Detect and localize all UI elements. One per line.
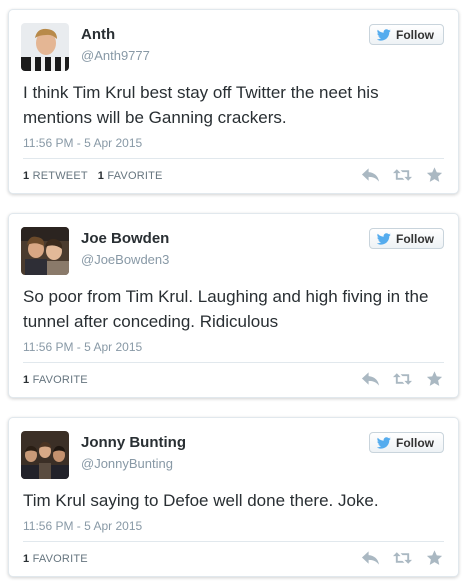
- tweet-stats: 1 RETWEET 1 FAVORITE: [23, 170, 163, 182]
- reply-icon[interactable]: [361, 371, 380, 387]
- divider: [23, 158, 444, 159]
- follow-label: Follow: [396, 435, 434, 450]
- tweet-text: Tim Krul saying to Defoe well done there…: [23, 491, 379, 510]
- tweet-card: Joe Bowden @JoeBowden3 Follow So poor fr…: [8, 213, 459, 398]
- tweet-timestamp[interactable]: 11:56 PM - 5 Apr 2015: [23, 519, 142, 533]
- tweet-actions: [361, 167, 444, 183]
- user-handle[interactable]: @JonnyBunting: [81, 456, 173, 471]
- display-name[interactable]: Anth: [81, 26, 115, 43]
- favorite-count-stat[interactable]: 1 FAVORITE: [23, 374, 88, 386]
- tweet-card: Anth @Anth9777 Follow I think Tim Krul b…: [8, 9, 459, 194]
- favorite-star-icon[interactable]: [425, 550, 444, 566]
- user-handle[interactable]: @JoeBowden3: [81, 252, 169, 267]
- display-name[interactable]: Joe Bowden: [81, 230, 169, 247]
- twitter-bird-icon: [377, 28, 391, 41]
- follow-label: Follow: [396, 231, 434, 246]
- twitter-bird-icon: [377, 232, 391, 245]
- favorite-star-icon[interactable]: [425, 167, 444, 183]
- retweet-icon[interactable]: [393, 371, 412, 387]
- display-name[interactable]: Jonny Bunting: [81, 434, 186, 451]
- favorite-count-stat[interactable]: 1 FAVORITE: [23, 553, 88, 565]
- avatar[interactable]: [21, 431, 69, 479]
- favorite-count-stat[interactable]: 1 FAVORITE: [98, 170, 163, 182]
- follow-button[interactable]: Follow: [369, 228, 444, 249]
- retweet-count-stat[interactable]: 1 RETWEET: [23, 170, 88, 182]
- retweet-icon[interactable]: [393, 167, 412, 183]
- avatar[interactable]: [21, 23, 69, 71]
- tweet-timestamp[interactable]: 11:56 PM - 5 Apr 2015: [23, 136, 142, 150]
- tweet-stats: 1 FAVORITE: [23, 553, 88, 565]
- divider: [23, 362, 444, 363]
- twitter-bird-icon: [377, 436, 391, 449]
- follow-button[interactable]: Follow: [369, 24, 444, 45]
- tweet-timestamp[interactable]: 11:56 PM - 5 Apr 2015: [23, 340, 142, 354]
- divider: [23, 541, 444, 542]
- avatar[interactable]: [21, 227, 69, 275]
- tweet-text: So poor from Tim Krul. Laughing and high…: [23, 287, 429, 331]
- user-handle[interactable]: @Anth9777: [81, 48, 150, 63]
- follow-label: Follow: [396, 27, 434, 42]
- tweet-actions: [361, 371, 444, 387]
- reply-icon[interactable]: [361, 167, 380, 183]
- retweet-icon[interactable]: [393, 550, 412, 566]
- reply-icon[interactable]: [361, 550, 380, 566]
- favorite-star-icon[interactable]: [425, 371, 444, 387]
- tweet-text: I think Tim Krul best stay off Twitter t…: [23, 83, 379, 127]
- tweet-card: Jonny Bunting @JonnyBunting Follow Tim K…: [8, 417, 459, 577]
- follow-button[interactable]: Follow: [369, 432, 444, 453]
- tweet-actions: [361, 550, 444, 566]
- tweet-stats: 1 FAVORITE: [23, 374, 88, 386]
